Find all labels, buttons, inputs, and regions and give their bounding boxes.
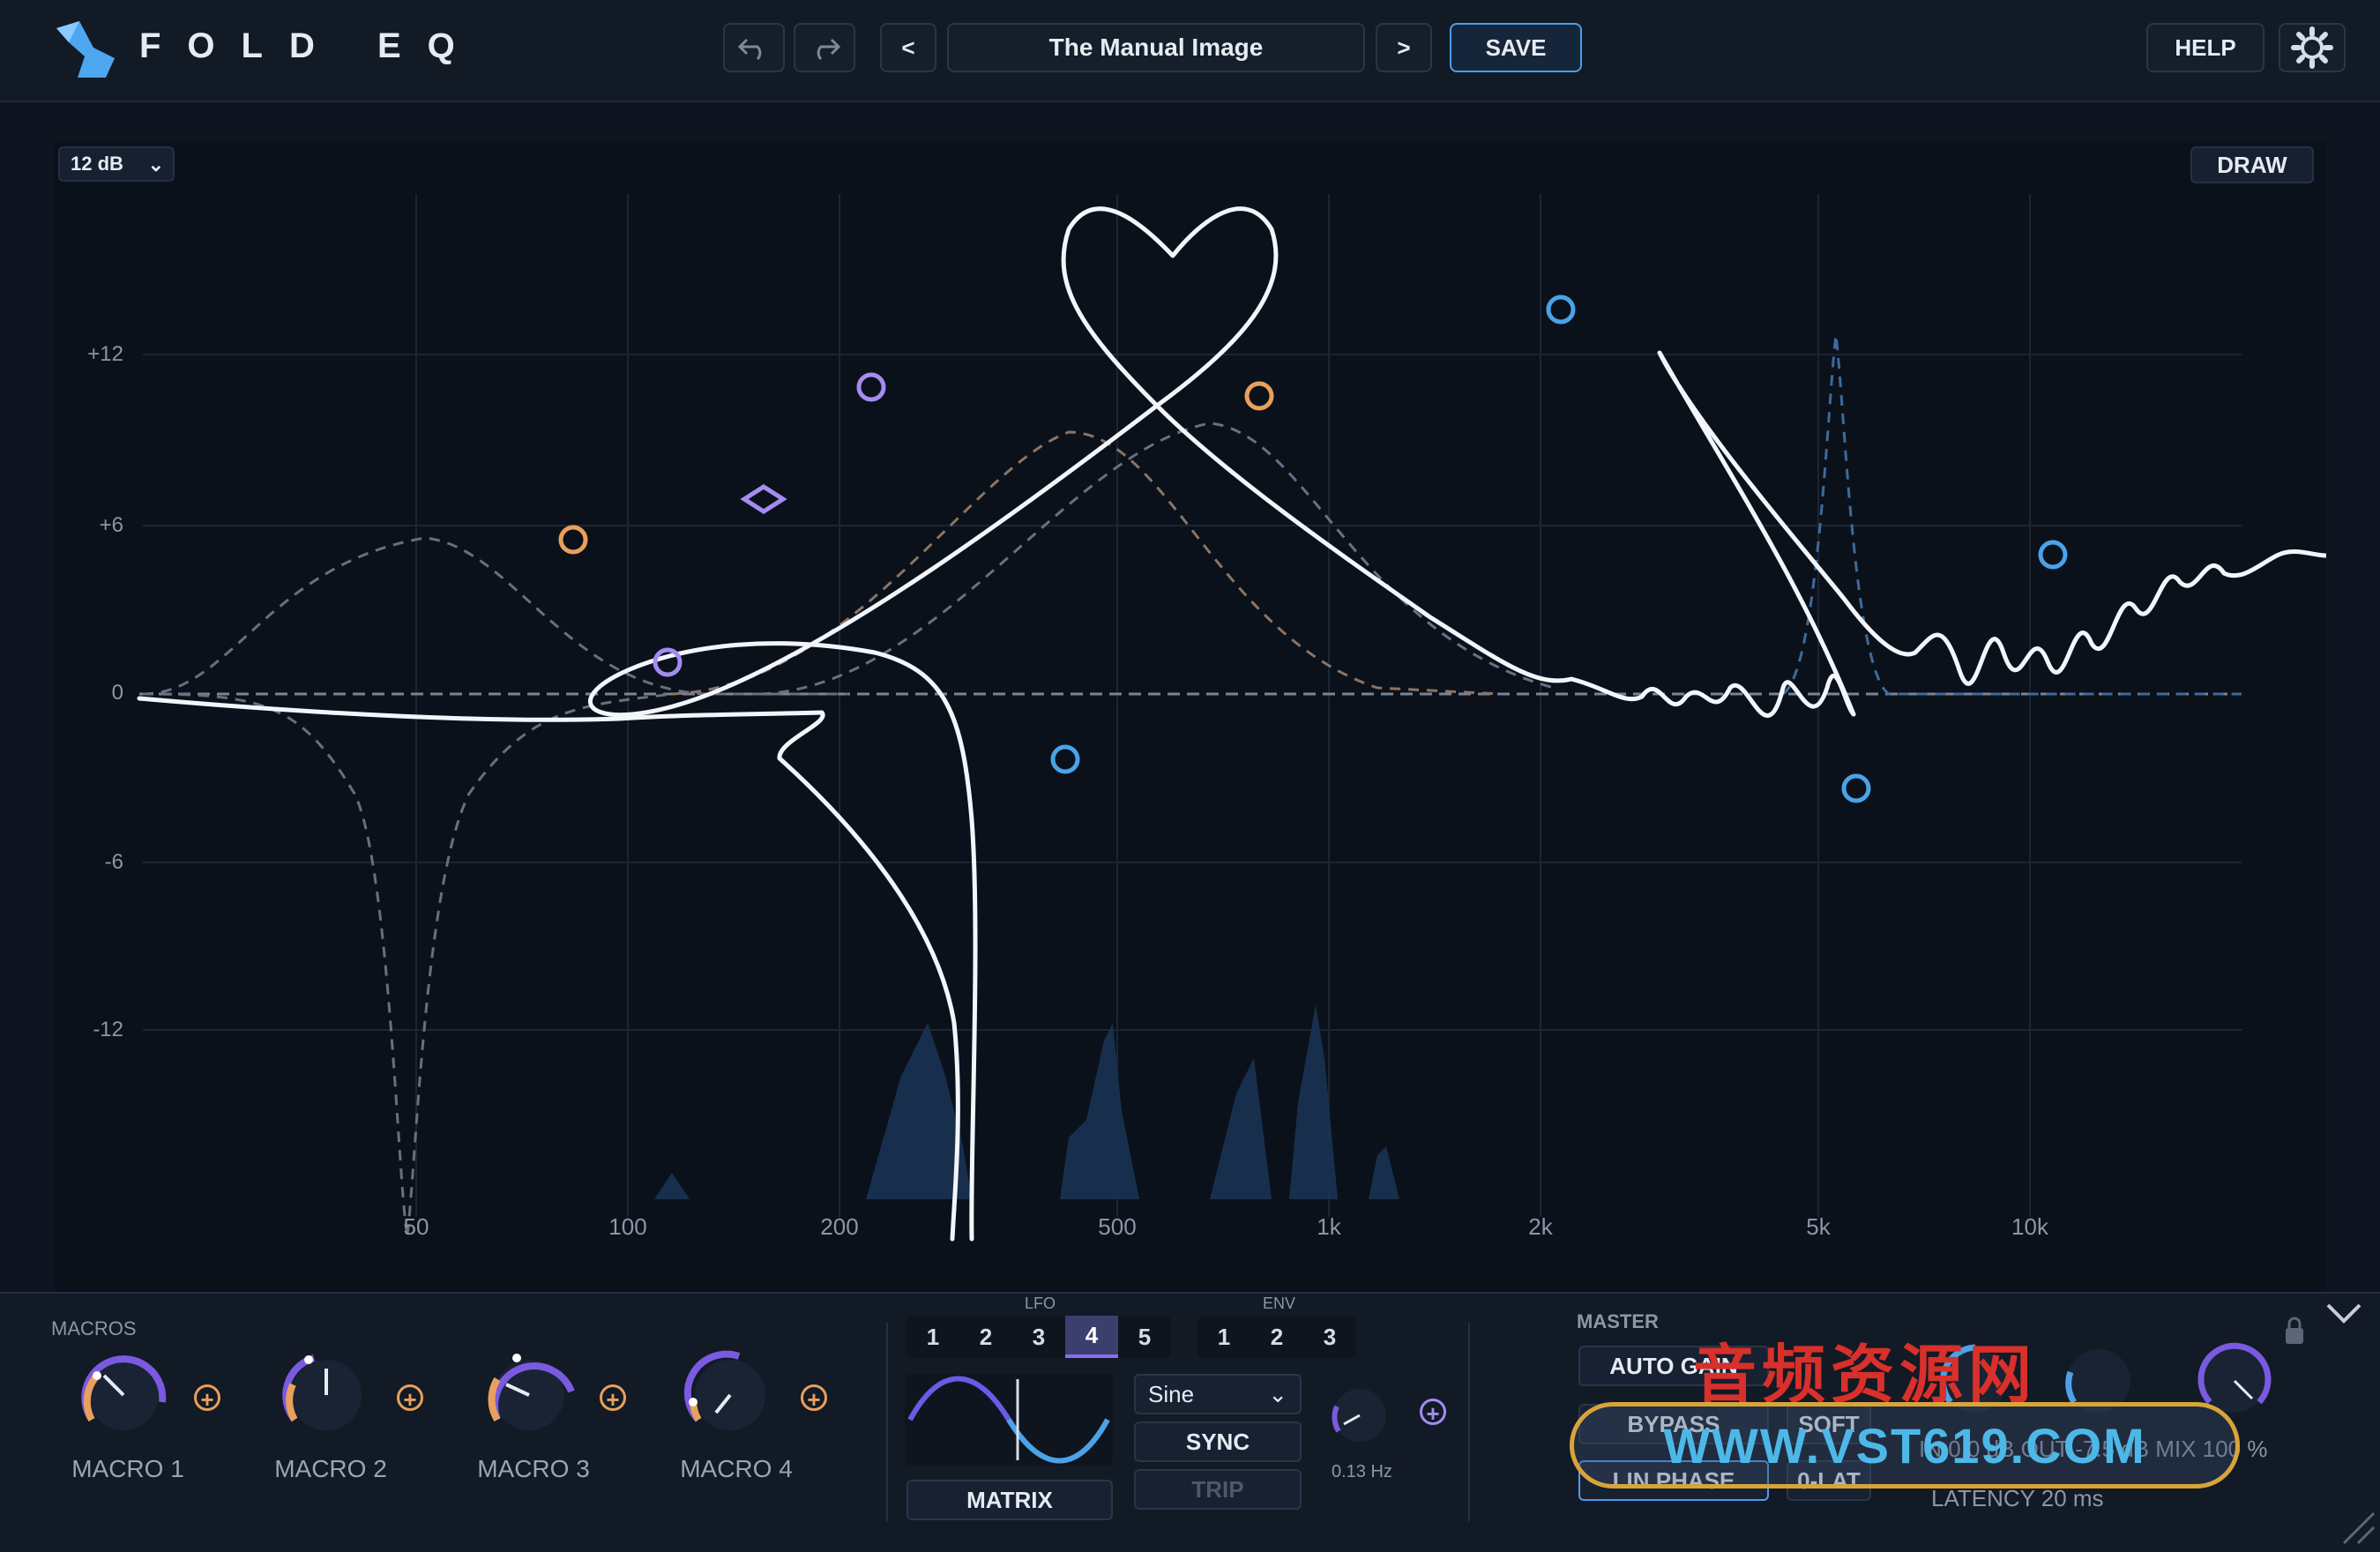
x-tick-label: 2k (1528, 1213, 1553, 1240)
gear-icon (2291, 26, 2333, 69)
macro-3-label: MACRO 3 (477, 1455, 590, 1482)
lfo-rate-value: 0.13 Hz (1332, 1462, 1392, 1481)
band-node-blue-1[interactable] (1050, 744, 1080, 774)
master-section-label: MASTER (1577, 1310, 1659, 1332)
tab-lfo-1[interactable]: 1 (906, 1316, 959, 1358)
x-tick-label: 200 (820, 1213, 859, 1240)
eq-drawn-curve (137, 206, 2326, 1242)
eq-graph[interactable] (55, 141, 2326, 1292)
macro-1-add-button[interactable]: + (194, 1384, 220, 1412)
top-bar: FOLD EQ < The Manual Image > SAVE HELP (0, 0, 2380, 102)
redo-button[interactable] (794, 23, 855, 72)
band-node-blue-4[interactable] (2038, 540, 2068, 570)
app-title: FOLD EQ (139, 26, 481, 65)
panel-divider (886, 1323, 888, 1521)
tab-lfo-5[interactable]: 5 (1118, 1316, 1171, 1358)
env-tabs: 1 2 3 (1197, 1316, 1356, 1358)
macro-2-label: MACRO 2 (274, 1455, 387, 1482)
macro-2-add-button[interactable]: + (397, 1384, 423, 1412)
fold-logo-icon (56, 21, 115, 78)
undo-icon (738, 38, 762, 61)
y-tick-label: +6 (99, 513, 123, 537)
tab-lfo-3[interactable]: 3 (1012, 1316, 1065, 1358)
tab-env-1[interactable]: 1 (1197, 1316, 1250, 1358)
y-tick-label: 0 (111, 681, 123, 705)
spectrum-analyzer (654, 1005, 1399, 1199)
sync-button[interactable]: SYNC (1134, 1421, 1302, 1462)
y-tick-label: +12 (87, 342, 123, 366)
tab-lfo-4[interactable]: 4 (1065, 1316, 1118, 1358)
band-node-purple-3[interactable] (856, 372, 886, 402)
collapse-panel-icon[interactable] (2324, 1300, 2363, 1326)
db-range-value: 12 dB (71, 153, 123, 175)
lfo-shape-value: Sine (1148, 1380, 1195, 1407)
undo-button[interactable] (723, 23, 785, 72)
help-button[interactable]: HELP (2146, 23, 2264, 72)
panel-divider (1468, 1323, 1470, 1521)
macro-4-add-button[interactable]: + (801, 1384, 827, 1412)
tab-env-2[interactable]: 2 (1250, 1316, 1303, 1358)
db-range-select[interactable]: 12 dB ⌄ (58, 146, 175, 182)
lfo-add-button[interactable]: + (1420, 1399, 1446, 1426)
y-tick-label: -12 (93, 1018, 123, 1041)
save-button[interactable]: SAVE (1450, 23, 1582, 72)
band-node-blue-2[interactable] (1546, 295, 1576, 325)
draw-button[interactable]: DRAW (2190, 146, 2314, 183)
lfo-section-label: LFO (1025, 1295, 1056, 1312)
band-curve-2 (142, 692, 409, 1235)
env-section-label: ENV (1263, 1295, 1296, 1312)
redo-icon (817, 38, 840, 61)
y-tick-label: -6 (104, 850, 123, 874)
lfo-shape-select[interactable]: Sine ⌄ (1134, 1374, 1302, 1414)
watermark-url: WWW.VST619.COM (1570, 1402, 2240, 1489)
macro-4-knob[interactable] (677, 1340, 783, 1446)
lock-icon[interactable] (2284, 1316, 2305, 1346)
lfo-waveform-display[interactable] (905, 1374, 1113, 1466)
macro-1-knob[interactable] (71, 1340, 176, 1446)
macro-3-add-button[interactable]: + (600, 1384, 626, 1412)
band-node-purple-diamond[interactable] (740, 484, 787, 514)
tab-env-3[interactable]: 3 (1303, 1316, 1356, 1358)
chevron-down-icon: ⌄ (147, 153, 164, 175)
band-node-orange-1[interactable] (558, 525, 588, 555)
x-tick-label: 100 (608, 1213, 647, 1240)
x-tick-label: 500 (1098, 1213, 1137, 1240)
macro-4-label: MACRO 4 (680, 1455, 793, 1482)
x-tick-label: 1k (1317, 1213, 1341, 1240)
resize-handle-icon[interactable] (2340, 1510, 2376, 1545)
prev-preset-button[interactable]: < (880, 23, 936, 72)
settings-button[interactable] (2279, 23, 2346, 72)
x-tick-label: 5k (1806, 1213, 1831, 1240)
band-node-purple-2[interactable] (653, 647, 683, 677)
lfo-tabs: 1 2 3 4 5 (906, 1316, 1171, 1358)
macro-3-knob[interactable] (476, 1340, 582, 1446)
preset-name-display[interactable]: The Manual Image (947, 23, 1365, 72)
lfo-rate-knob[interactable] (1324, 1380, 1395, 1451)
eq-display[interactable] (55, 141, 2326, 1292)
macro-1-label: MACRO 1 (71, 1455, 184, 1482)
matrix-button[interactable]: MATRIX (906, 1480, 1113, 1520)
x-tick-label: 10k (2011, 1213, 2048, 1240)
trip-button[interactable]: TRIP (1134, 1469, 1302, 1510)
band-curve-1 (142, 536, 848, 696)
x-tick-label: 50 (403, 1213, 429, 1240)
band-curve-6 (1782, 334, 2242, 696)
macro-2-knob[interactable] (273, 1340, 379, 1446)
tab-lfo-2[interactable]: 2 (959, 1316, 1012, 1358)
macros-section-label: MACROS (51, 1317, 137, 1339)
latency-readout: LATENCY 20 ms (1931, 1485, 2104, 1511)
chevron-down-icon: ⌄ (1268, 1381, 1287, 1407)
next-preset-button[interactable]: > (1376, 23, 1432, 72)
band-node-orange-2[interactable] (1244, 381, 1274, 411)
band-node-blue-3[interactable] (1841, 773, 1871, 803)
band-curve-3 (406, 692, 673, 1235)
